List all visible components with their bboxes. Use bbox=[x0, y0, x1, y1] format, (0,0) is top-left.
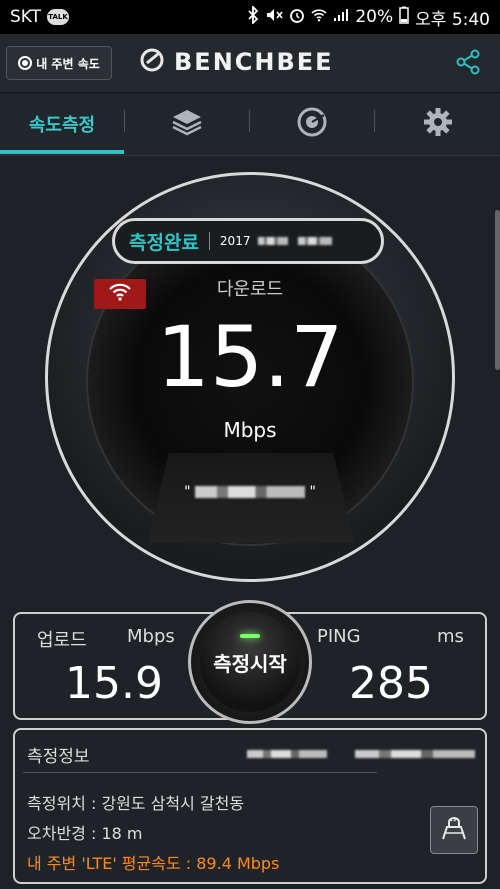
test-date: 2017 bbox=[219, 234, 251, 248]
layers-icon bbox=[171, 107, 203, 141]
error-radius: 오차반경 : 18 m bbox=[27, 824, 143, 843]
share-icon bbox=[454, 49, 482, 80]
download-label: 다운로드 bbox=[216, 279, 284, 300]
measurement-info-panel: 측정정보 측정위치 : 강원도 삼척시 갈천동 오차반경 : 18 m 내 주변… bbox=[13, 728, 487, 884]
signal-icon bbox=[333, 7, 349, 27]
map-view-button[interactable] bbox=[430, 806, 478, 854]
benchbee-logo-text: BENCHBEE bbox=[174, 48, 334, 76]
tab-divider bbox=[249, 110, 250, 132]
active-tab-indicator bbox=[0, 150, 124, 154]
nearby-speed-button[interactable]: 내 주변 속도 bbox=[6, 46, 112, 80]
status-divider bbox=[208, 232, 210, 250]
tab-history[interactable] bbox=[250, 93, 374, 155]
redacted-date bbox=[258, 237, 289, 245]
battery-icon bbox=[399, 6, 409, 29]
app-bar: 내 주변 속도 BENCHBEE bbox=[0, 34, 500, 93]
ping-label: PING bbox=[317, 626, 361, 647]
redacted-carrier-info bbox=[247, 750, 327, 758]
ping-value: 285 bbox=[349, 658, 433, 709]
share-button[interactable] bbox=[454, 48, 482, 80]
tab-divider bbox=[374, 110, 375, 132]
kakaotalk-icon: TALK bbox=[47, 9, 70, 25]
tab-divider bbox=[124, 110, 125, 132]
test-status-pill: 측정완료 2017 bbox=[112, 218, 384, 264]
upload-speed-value: 15.9 bbox=[65, 658, 163, 709]
info-divider bbox=[23, 772, 377, 773]
tab-speed-test-label: 속도측정 bbox=[28, 115, 96, 136]
wifi-status-icon bbox=[311, 7, 327, 27]
carrier-label: SKT bbox=[10, 7, 42, 27]
test-complete-label: 측정완료 bbox=[129, 231, 199, 254]
tab-bar: 속도측정 bbox=[0, 93, 500, 156]
download-speed-value: 15.7 bbox=[156, 308, 344, 406]
benchbee-logo: BENCHBEE bbox=[140, 48, 334, 76]
status-bar: SKT TALK 20% 오후 5:40 bbox=[0, 0, 500, 34]
upload-label: 업로드 bbox=[37, 630, 87, 651]
measurement-location: 측정위치 : 강원도 삼척시 갈천동 bbox=[27, 794, 245, 813]
mute-icon bbox=[265, 7, 283, 28]
location-target-icon bbox=[18, 56, 33, 70]
ping-unit: ms bbox=[437, 626, 464, 647]
network-name-quote: " bbox=[309, 484, 316, 500]
bluetooth-icon bbox=[247, 4, 259, 29]
network-name: " " bbox=[0, 484, 500, 500]
start-test-button[interactable]: 측정시작 bbox=[200, 612, 300, 712]
map-marker-icon bbox=[439, 813, 469, 847]
nearby-speed-label: 내 주변 속도 bbox=[36, 56, 100, 71]
redacted-time bbox=[298, 237, 333, 245]
clock-time: 오후 5:40 bbox=[415, 9, 490, 30]
tab-settings[interactable] bbox=[375, 93, 500, 155]
start-test-label: 측정시작 bbox=[213, 651, 287, 676]
start-indicator-led bbox=[240, 634, 260, 638]
settings-gear-icon bbox=[423, 107, 453, 141]
nearby-average-speed: 내 주변 'LTE' 평균속도 : 89.4 Mbps bbox=[27, 854, 280, 873]
battery-percent: 20% bbox=[355, 7, 394, 27]
download-unit: Mbps bbox=[223, 418, 277, 442]
redacted-device-info bbox=[355, 750, 475, 758]
measurement-info-title: 측정정보 bbox=[27, 747, 90, 767]
alarm-icon bbox=[289, 7, 305, 28]
tab-speed-test[interactable]: 속도측정 bbox=[0, 93, 124, 155]
network-name-quote: " bbox=[184, 484, 191, 500]
redacted-network-name bbox=[195, 486, 305, 498]
history-chart-icon bbox=[296, 106, 328, 142]
tab-layers[interactable] bbox=[125, 93, 249, 155]
upload-unit: Mbps bbox=[127, 626, 175, 647]
benchbee-logo-icon bbox=[140, 48, 164, 76]
